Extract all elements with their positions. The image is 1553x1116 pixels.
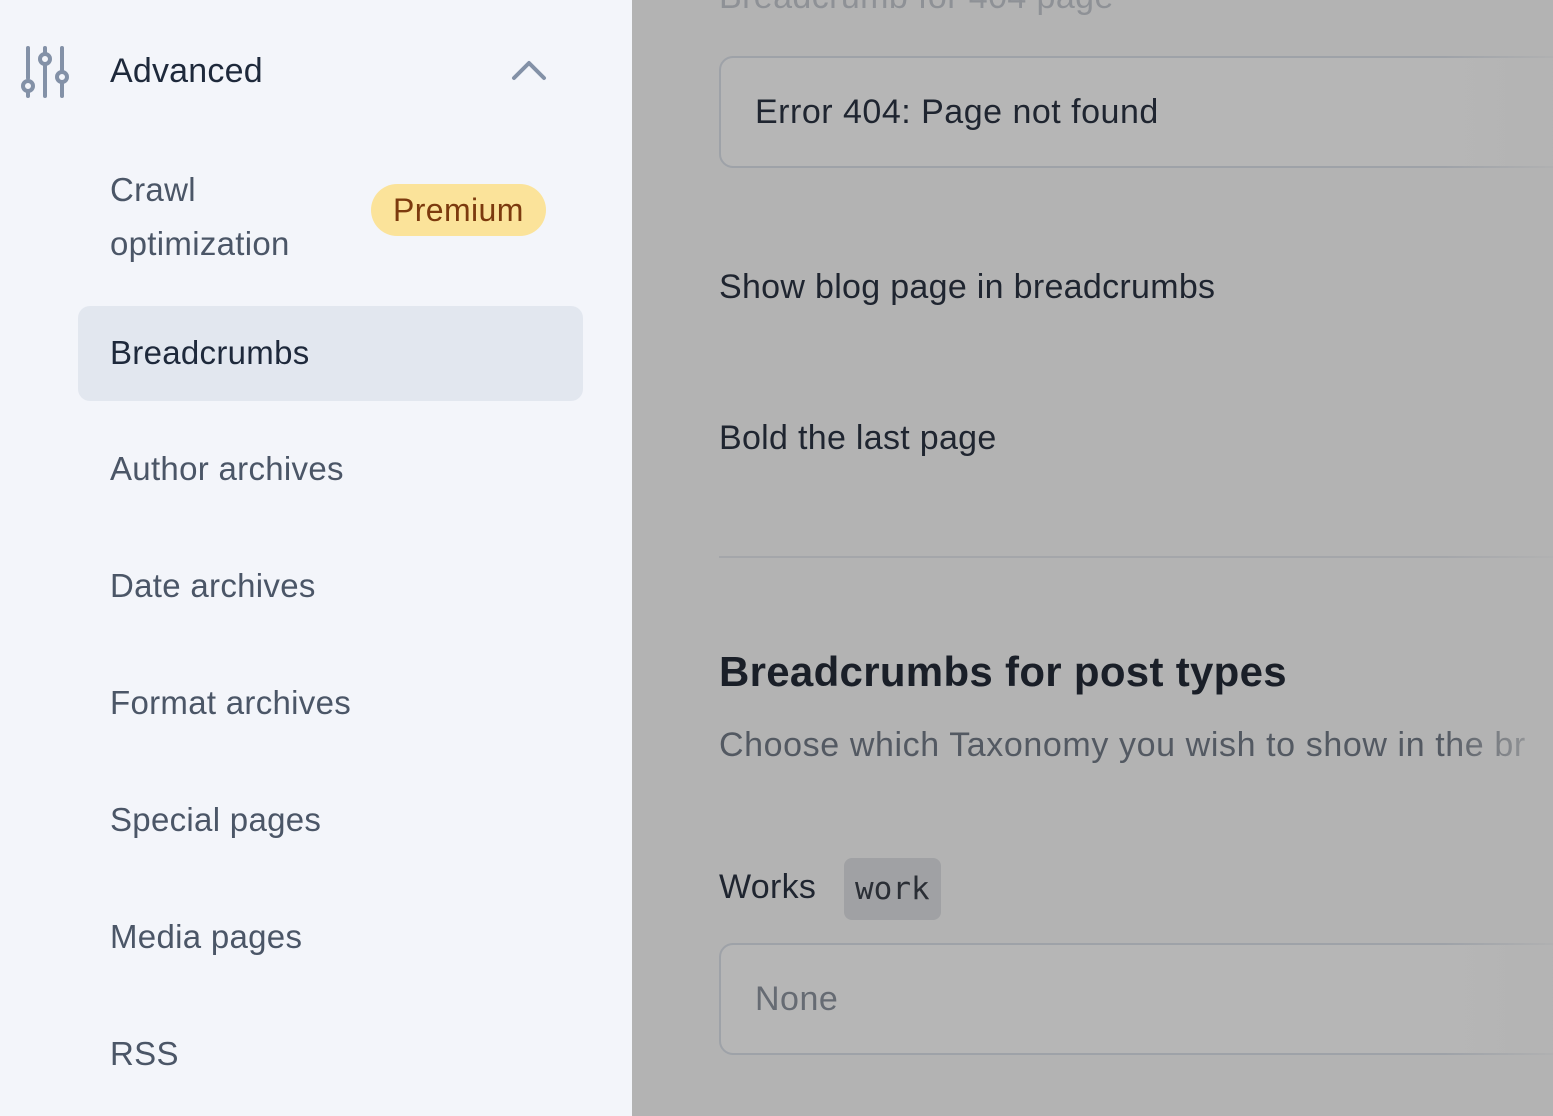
- field-label-404: Breadcrumb for 404 page: [719, 0, 1114, 17]
- sidebar-item-label: Author archives: [110, 450, 344, 487]
- post-type-taxonomy-select[interactable]: [719, 943, 1553, 1055]
- sidebar-item-media-pages[interactable]: Media pages: [78, 908, 583, 972]
- sidebar-item-date-archives[interactable]: Date archives: [78, 557, 583, 621]
- settings-sidebar: Advanced Crawl optimization Premium Brea…: [0, 0, 632, 1116]
- sidebar-item-crawl-optimization[interactable]: Crawl optimization Premium: [78, 155, 583, 270]
- post-types-heading: Breadcrumbs for post types: [719, 648, 1287, 695]
- advanced-section-toggle[interactable]: Advanced: [0, 30, 580, 116]
- settings-page: Advanced Crawl optimization Premium Brea…: [0, 0, 1553, 1116]
- sidebar-item-label: Crawl optimization: [110, 171, 290, 262]
- sidebar-item-rss[interactable]: RSS: [78, 1025, 583, 1089]
- sidebar-item-label: Date archives: [110, 567, 316, 604]
- section-divider: [719, 556, 1553, 558]
- post-types-description: Choose which Taxonomy you wish to show i…: [719, 726, 1526, 764]
- sidebar-item-special-pages[interactable]: Special pages: [78, 791, 583, 855]
- sidebar-item-label: Format archives: [110, 684, 352, 721]
- sidebar-item-format-archives[interactable]: Format archives: [78, 674, 583, 738]
- sliders-icon: [21, 46, 69, 98]
- sidebar-item-label: Media pages: [110, 918, 303, 955]
- sidebar-item-label: RSS: [110, 1035, 179, 1072]
- breadcrumb-404-field[interactable]: [719, 56, 1553, 168]
- sidebar-item-author-archives[interactable]: Author archives: [78, 440, 583, 504]
- sidebar-item-label: Special pages: [110, 801, 322, 838]
- breadcrumb-404-input[interactable]: [755, 58, 1553, 166]
- premium-badge: Premium: [371, 184, 546, 236]
- bold-last-page-toggle-label[interactable]: Bold the last page: [719, 419, 997, 458]
- chevron-up-icon[interactable]: [508, 54, 550, 84]
- show-blog-page-toggle-label[interactable]: Show blog page in breadcrumbs: [719, 268, 1215, 307]
- post-type-label: Works: [719, 868, 817, 906]
- taxonomy-select-input[interactable]: [755, 945, 1553, 1053]
- section-title: Advanced: [110, 52, 263, 90]
- breadcrumbs-settings-panel: Breadcrumb for 404 page Show blog page i…: [632, 0, 1553, 1116]
- sidebar-item-label: Breadcrumbs: [110, 334, 310, 371]
- sidebar-item-breadcrumbs[interactable]: Breadcrumbs: [78, 306, 583, 401]
- post-type-slug: work: [844, 858, 941, 920]
